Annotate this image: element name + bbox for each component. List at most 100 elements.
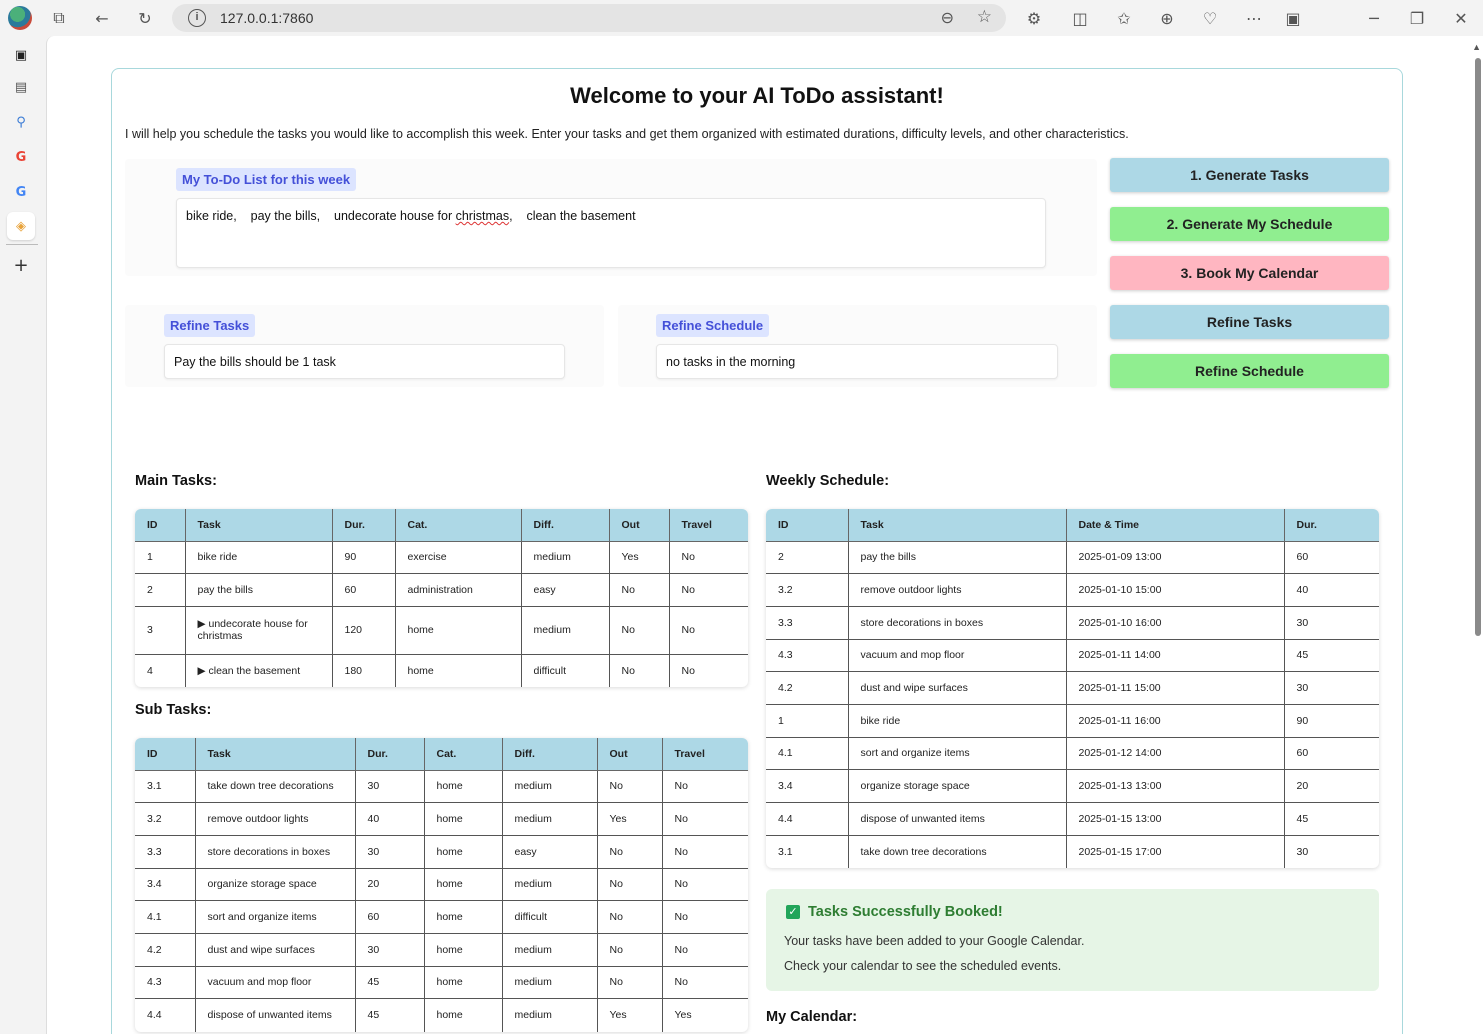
scrollbar[interactable] xyxy=(1475,58,1481,636)
sub-task-cell: remove outdoor lights xyxy=(195,802,356,836)
minimize-icon[interactable]: ─ xyxy=(1364,8,1384,28)
sub-tasks-table: ID Task Dur. Cat. Diff. Out Travel 3.1 ta… xyxy=(135,738,748,1032)
main-header-task[interactable]: Task xyxy=(185,509,333,542)
zoom-icon[interactable]: ⊖ xyxy=(941,8,954,27)
sub-task-cell: 30 xyxy=(355,770,425,804)
generate-schedule-button[interactable]: 2. Generate My Schedule xyxy=(1110,207,1389,241)
checkbox-icon: ✓ xyxy=(786,905,800,919)
main-header-id[interactable]: ID xyxy=(135,509,186,542)
main-task-cell: ▶ undecorate house for christmas xyxy=(185,606,333,655)
tab-actions-icon[interactable]: ▣ xyxy=(10,44,32,66)
generate-tasks-button[interactable]: 1. Generate Tasks xyxy=(1110,158,1389,192)
sub-task-cell: 3.2 xyxy=(135,802,196,836)
todo-text-part-1: bike ride, pay the bills, undecorate hou… xyxy=(186,209,456,223)
main-header-diff[interactable]: Diff. xyxy=(521,509,610,542)
sub-header-out[interactable]: Out xyxy=(597,738,663,771)
sub-task-cell: No xyxy=(662,770,748,804)
sub-header-id[interactable]: ID xyxy=(135,738,196,771)
search-icon[interactable]: ⚲ xyxy=(10,111,32,133)
scroll-up-icon[interactable]: ▲ xyxy=(1472,42,1481,52)
sub-task-cell: 30 xyxy=(355,835,425,869)
sched-header-id[interactable]: ID xyxy=(766,509,849,542)
sched-header-dur[interactable]: Dur. xyxy=(1284,509,1379,542)
sub-task-cell: medium xyxy=(502,802,598,836)
sub-task-cell: take down tree decorations xyxy=(195,770,356,804)
google-icon-2[interactable]: G xyxy=(10,181,32,203)
schedule-row: 3.1 take down tree decorations 2025-01-15 … xyxy=(766,835,1379,868)
restore-icon[interactable]: ❐ xyxy=(1407,8,1427,28)
split-screen-icon[interactable]: ◫ xyxy=(1070,8,1090,28)
sched-header-task[interactable]: Task xyxy=(848,509,1067,542)
performance-icon[interactable]: ♡ xyxy=(1200,8,1220,28)
todo-input[interactable]: bike ride, pay the bills, undecorate hou… xyxy=(176,198,1046,268)
sub-task-row: 4.3 vacuum and mop floor 45 home medium No No xyxy=(135,966,748,1000)
collections-icon[interactable]: ⊕ xyxy=(1157,8,1177,28)
main-task-row: 2 pay the bills 60 administration easy No No xyxy=(135,573,748,607)
refine-schedule-input[interactable]: no tasks in the morning xyxy=(656,344,1058,379)
schedule-cell: 3.1 xyxy=(766,835,849,868)
main-task-cell: 120 xyxy=(332,606,396,655)
main-header-travel[interactable]: Travel xyxy=(669,509,748,542)
refine-tasks-button[interactable]: Refine Tasks xyxy=(1110,305,1389,339)
favorites-icon[interactable]: ✩ xyxy=(1114,8,1134,28)
back-icon[interactable]: ← xyxy=(92,8,112,28)
schedule-cell: 2025-01-15 13:00 xyxy=(1066,802,1285,836)
weekly-schedule-table: ID Task Date & Time Dur. 2 pay the bills 2… xyxy=(766,509,1379,868)
more-menu-icon[interactable]: ⋯ xyxy=(1244,8,1264,28)
address-bar[interactable]: i 127.0.0.1:7860 ⊖ ☆ xyxy=(172,4,1006,32)
main-header-cat[interactable]: Cat. xyxy=(395,509,522,542)
refine-tasks-input[interactable]: Pay the bills should be 1 task xyxy=(164,344,565,379)
sub-task-cell: No xyxy=(597,770,663,804)
profile-avatar[interactable] xyxy=(8,6,32,30)
main-task-cell: exercise xyxy=(395,541,522,574)
sub-header-travel[interactable]: Travel xyxy=(662,738,748,771)
main-task-cell: medium xyxy=(521,541,610,574)
sub-task-row: 3.2 remove outdoor lights 40 home medium Yes N… xyxy=(135,802,748,836)
weekly-schedule-title: Weekly Schedule: xyxy=(766,473,890,489)
schedule-cell: vacuum and mop floor xyxy=(848,639,1067,673)
main-tasks-table: ID Task Dur. Cat. Diff. Out Travel 1 bike… xyxy=(135,509,748,687)
main-task-cell: 2 xyxy=(135,573,186,607)
sub-header-diff[interactable]: Diff. xyxy=(502,738,598,771)
main-task-cell: 1 xyxy=(135,541,186,574)
sub-header-cat[interactable]: Cat. xyxy=(424,738,503,771)
sched-header-datetime[interactable]: Date & Time xyxy=(1066,509,1285,542)
tabs-icon[interactable]: ⧉ xyxy=(49,8,69,28)
google-icon[interactable]: G xyxy=(10,146,32,168)
todo-text-misspelled: christmas xyxy=(455,209,510,223)
sidebar-toggle-icon[interactable]: ▣ xyxy=(1283,8,1303,28)
refresh-icon[interactable]: ↻ xyxy=(135,8,155,28)
main-task-cell: 60 xyxy=(332,573,396,607)
sub-task-cell: medium xyxy=(502,868,598,902)
main-header-out[interactable]: Out xyxy=(609,509,670,542)
close-icon[interactable]: ✕ xyxy=(1451,8,1471,28)
sub-task-cell: 45 xyxy=(355,998,425,1032)
main-task-cell: No xyxy=(669,573,748,607)
schedule-cell: remove outdoor lights xyxy=(848,573,1067,607)
schedule-cell: dispose of unwanted items xyxy=(848,802,1067,836)
active-app-icon[interactable]: ◈ xyxy=(7,212,35,240)
add-icon[interactable]: + xyxy=(10,254,32,276)
refine-schedule-button[interactable]: Refine Schedule xyxy=(1110,354,1389,388)
sub-task-cell: 4.2 xyxy=(135,933,196,967)
address-url[interactable]: 127.0.0.1:7860 xyxy=(220,10,313,26)
sub-task-row: 3.3 store decorations in boxes 30 home easy N… xyxy=(135,835,748,869)
schedule-cell: 2025-01-13 13:00 xyxy=(1066,769,1285,803)
calendar-icon[interactable]: ▤ xyxy=(10,76,32,98)
sub-task-cell: No xyxy=(597,868,663,902)
site-info-icon[interactable]: i xyxy=(188,9,206,27)
favorite-star-icon[interactable]: ☆ xyxy=(977,7,992,27)
sub-header-dur[interactable]: Dur. xyxy=(355,738,425,771)
main-task-cell: medium xyxy=(521,606,610,655)
schedule-cell: take down tree decorations xyxy=(848,835,1067,868)
schedule-cell: 2025-01-11 16:00 xyxy=(1066,704,1285,738)
main-header-dur[interactable]: Dur. xyxy=(332,509,396,542)
sub-task-row: 3.4 organize storage space 20 home medium No N… xyxy=(135,868,748,902)
schedule-cell: bike ride xyxy=(848,704,1067,738)
sub-task-cell: home xyxy=(424,998,503,1032)
extensions-icon[interactable]: ⚙ xyxy=(1024,8,1044,28)
book-calendar-button[interactable]: 3. Book My Calendar xyxy=(1110,256,1389,290)
success-line-1: Your tasks have been added to your Googl… xyxy=(784,934,1085,948)
main-task-cell: home xyxy=(395,606,522,655)
sub-header-task[interactable]: Task xyxy=(195,738,356,771)
